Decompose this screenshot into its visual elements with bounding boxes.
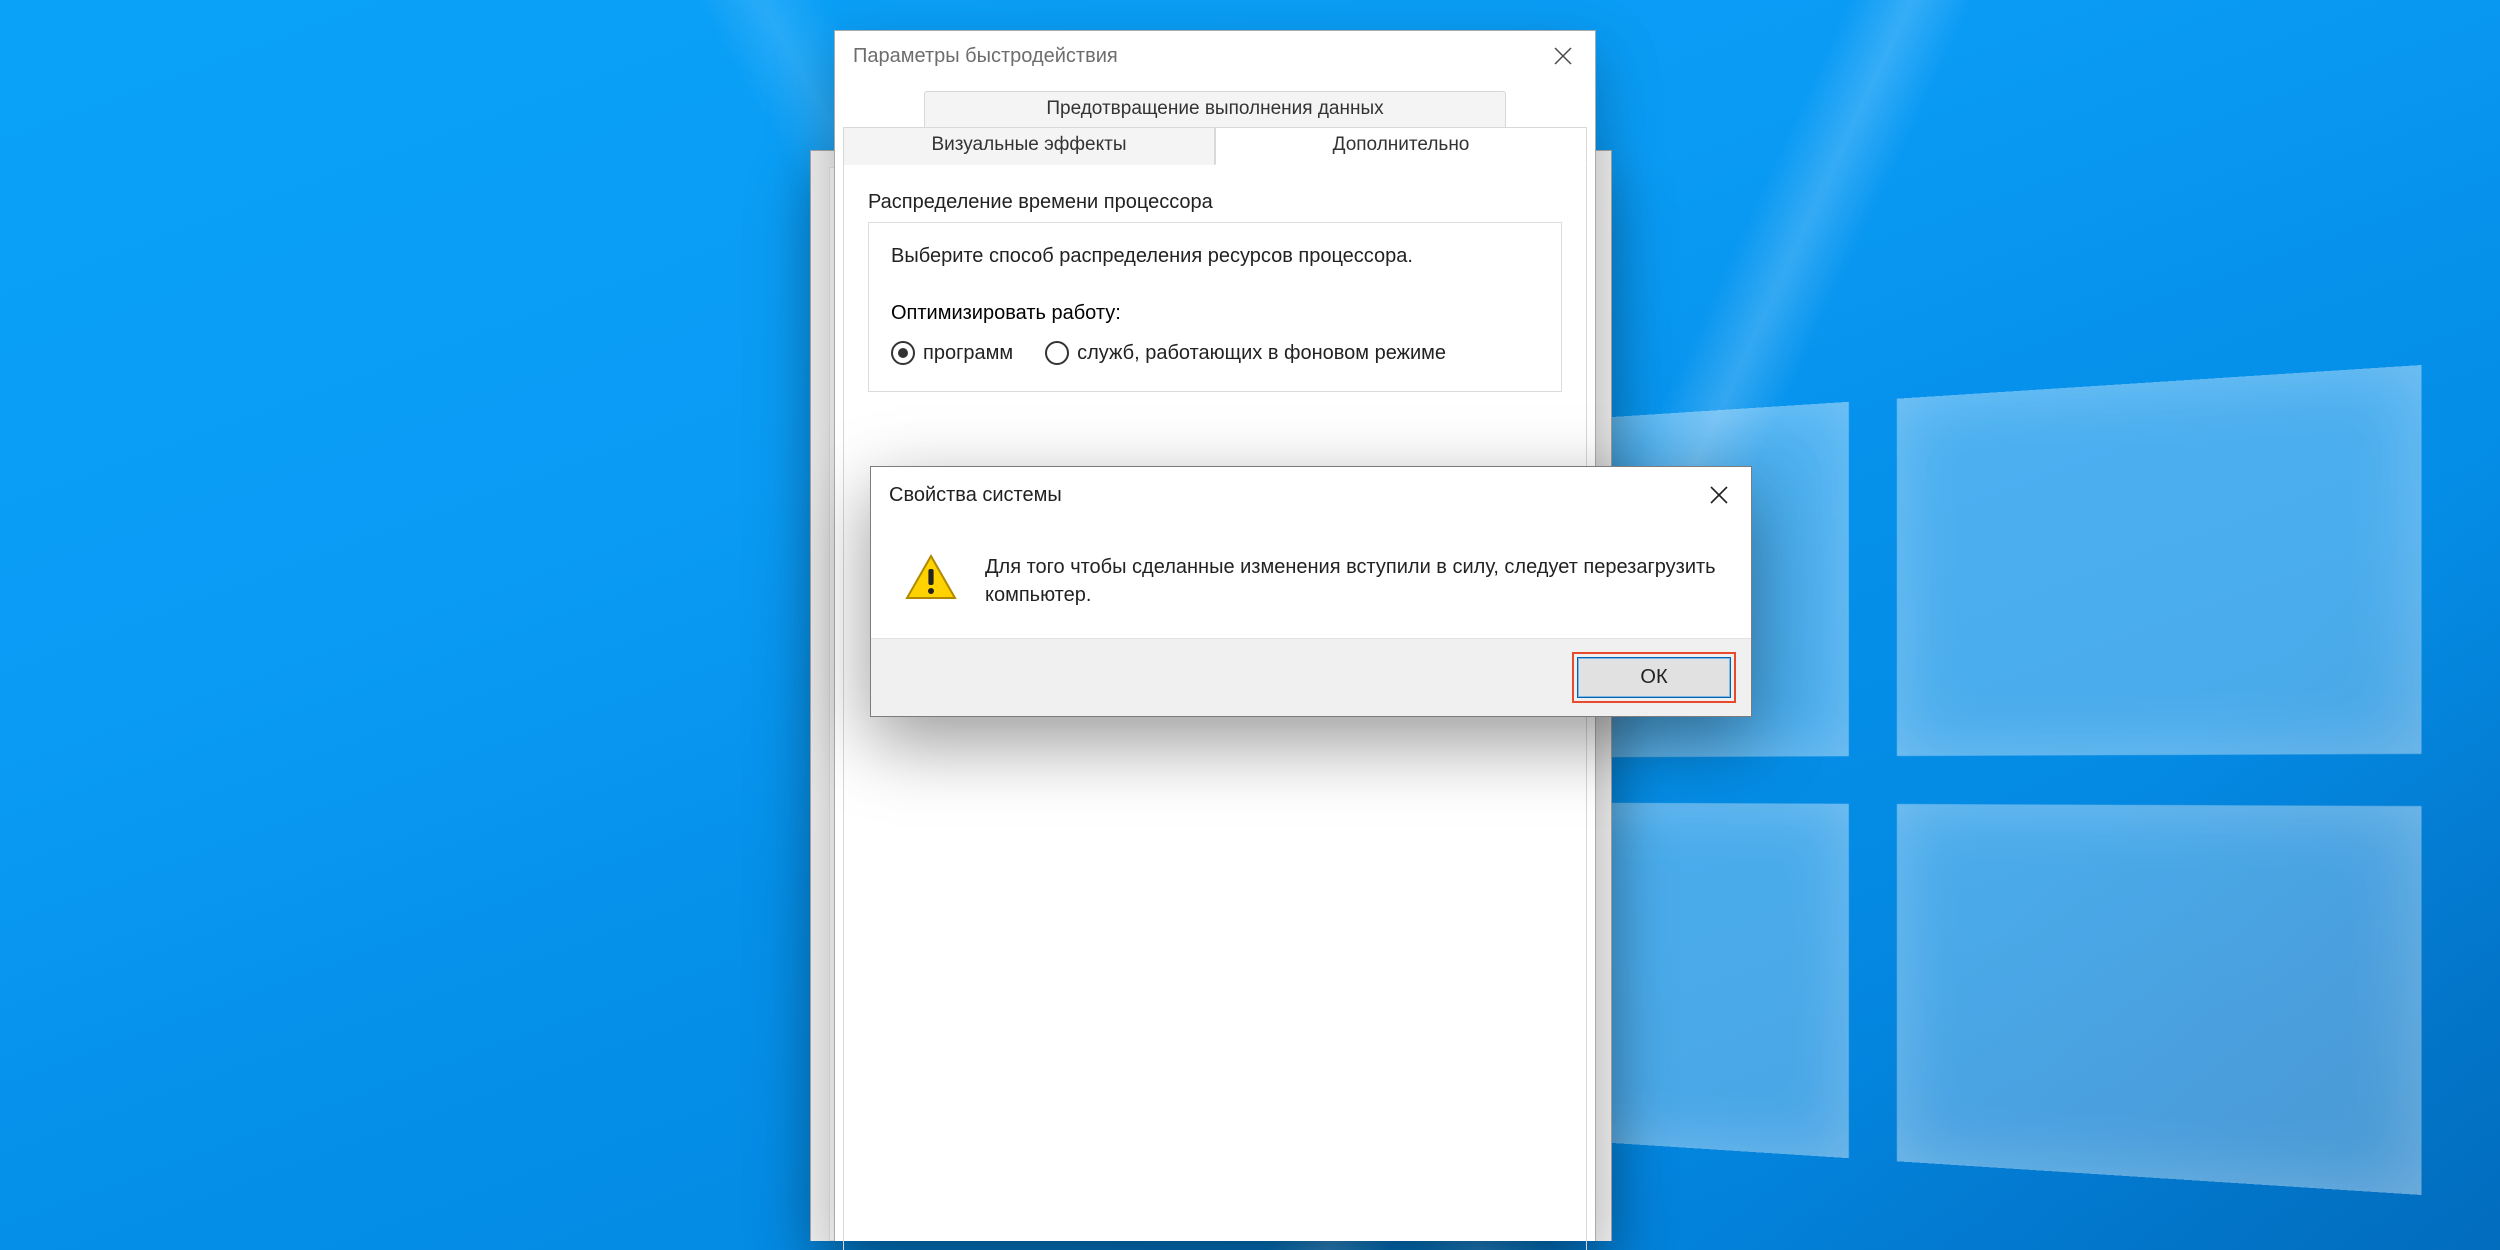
optimize-label: Оптимизировать работу: <box>891 302 1539 325</box>
tab-advanced[interactable]: Дополнительно <box>1215 127 1587 165</box>
window-title: Параметры быстродействия <box>853 45 1118 68</box>
processor-scheduling-desc: Выберите способ распределения ресурсов п… <box>891 245 1539 268</box>
radio-programs[interactable]: программ <box>891 341 1013 365</box>
dialog-titlebar[interactable]: Свойства системы <box>871 467 1751 524</box>
radio-icon <box>891 341 915 365</box>
titlebar[interactable]: Параметры быстродействия <box>835 31 1595 81</box>
radio-icon <box>1045 341 1069 365</box>
ok-button[interactable]: ОК <box>1577 657 1731 698</box>
restart-required-dialog: Свойства системы Для того чтобы сделанны… <box>870 466 1752 717</box>
warning-icon <box>905 552 957 610</box>
close-button[interactable] <box>1531 31 1595 81</box>
radio-programs-label: программ <box>923 342 1013 365</box>
tab-dep[interactable]: Предотвращение выполнения данных <box>924 91 1507 128</box>
dialog-message: Для того чтобы сделанные изменения вступ… <box>985 552 1719 610</box>
close-icon <box>1554 47 1572 65</box>
radio-background-services[interactable]: служб, работающих в фоновом режиме <box>1045 341 1446 365</box>
processor-scheduling-group: Выберите способ распределения ресурсов п… <box>868 222 1562 392</box>
radio-services-label: служб, работающих в фоновом режиме <box>1077 342 1446 365</box>
close-icon <box>1710 486 1728 504</box>
dialog-close-button[interactable] <box>1687 470 1751 520</box>
processor-scheduling-title: Распределение времени процессора <box>868 191 1562 214</box>
dialog-title: Свойства системы <box>889 484 1062 507</box>
tab-visual-effects[interactable]: Визуальные эффекты <box>843 127 1215 165</box>
